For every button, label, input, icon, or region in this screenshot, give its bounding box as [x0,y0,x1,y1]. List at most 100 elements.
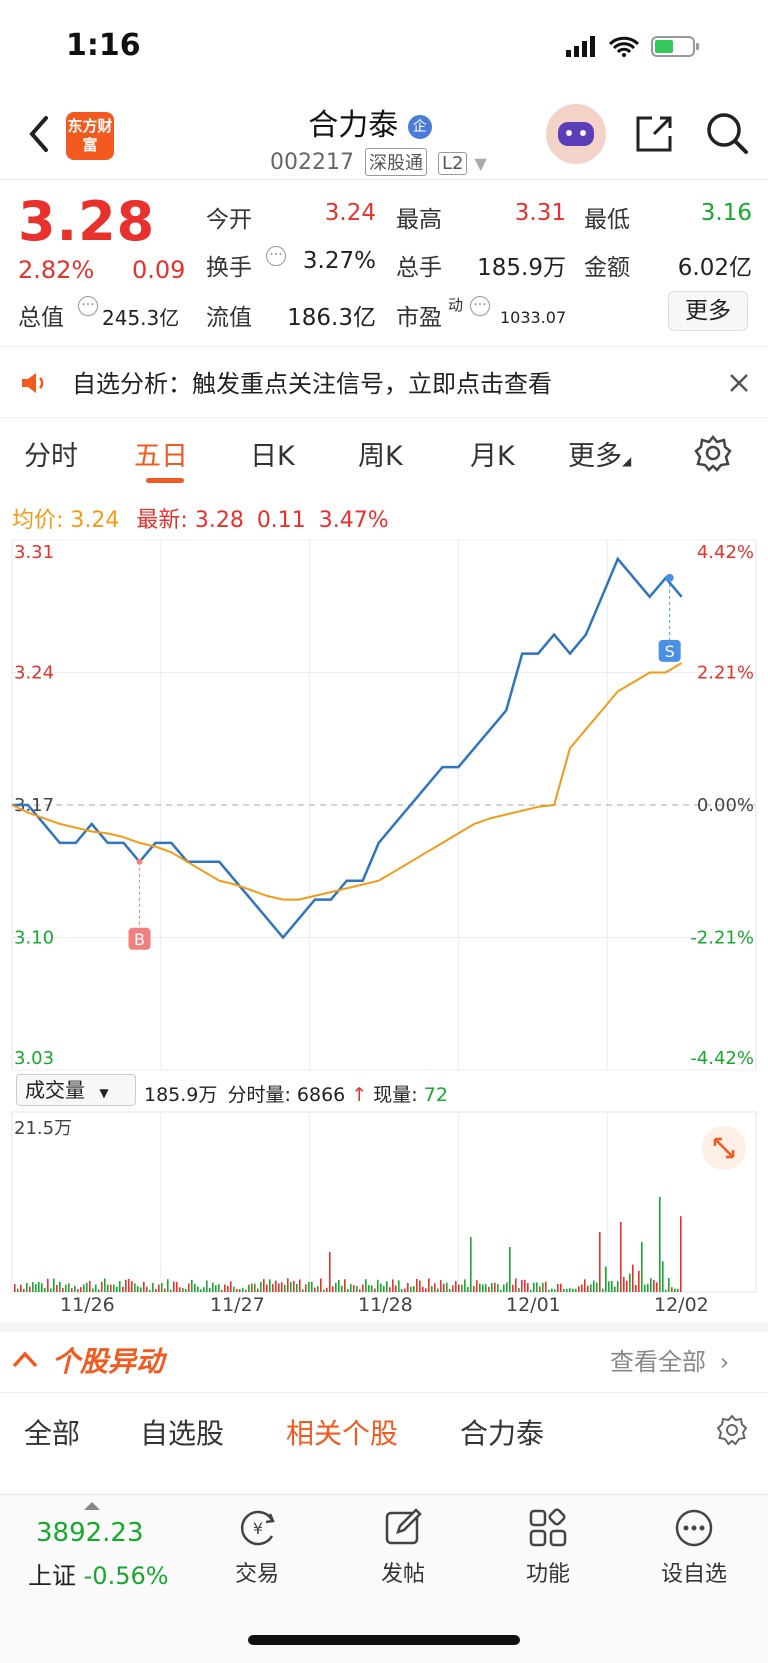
assistant-avatar[interactable] [546,104,606,164]
subtab-all[interactable]: 全部 [24,1412,80,1452]
volume-bar [146,1286,148,1292]
trade-icon[interactable]: ¥ [236,1506,280,1550]
index-value[interactable]: 3892.23 [36,1518,144,1548]
volume-bar [266,1284,268,1292]
volume-indicator-select[interactable]: 成交量 ▼ [16,1074,136,1106]
volume-bar [548,1289,550,1292]
volume-bar [293,1280,295,1292]
volume-bar [602,1288,604,1292]
subtab-watchlist[interactable]: 自选股 [140,1412,224,1452]
volume-bar [446,1282,448,1292]
nav-add-watchlist[interactable]: 设自选 [644,1556,744,1588]
subtab-related[interactable]: 相关个股 [286,1412,398,1452]
volume-bar [539,1286,541,1292]
view-all-link[interactable]: 查看全部 › [610,1342,729,1377]
functions-icon[interactable] [526,1506,570,1550]
now-volume-label: 现量: [373,1084,418,1106]
l2-tag: L2 [437,152,468,175]
nav-post[interactable]: 发帖 [353,1556,453,1588]
tab-more-label[interactable]: 更多 [568,441,622,472]
volume-bar [248,1284,250,1292]
volume-bar [218,1284,220,1292]
volume-bar [179,1287,181,1292]
volume-bar [614,1286,616,1292]
volume-bar [455,1280,457,1292]
tab-monthly-k[interactable]: 月K [470,434,515,473]
volume-bar [440,1280,442,1292]
expand-button[interactable] [702,1126,746,1170]
volume-bar [398,1280,400,1292]
volume-bar [575,1288,577,1292]
tab-weekly-k[interactable]: 周K [358,434,403,473]
volume-bar [461,1284,463,1292]
volume-bar [497,1284,499,1292]
index-name[interactable]: 上证 [28,1562,76,1590]
tab-intraday[interactable]: 分时 [24,434,78,473]
post-icon[interactable] [382,1506,426,1550]
info-icon[interactable]: ··· [78,296,98,316]
volume-bar [131,1281,133,1292]
volume-bar [503,1284,505,1292]
tab-more[interactable]: 更多◢ [568,434,631,473]
volume-bar [512,1284,514,1292]
signal-bar-icon [566,50,571,57]
latest-pct: 3.47% [318,508,389,533]
high-value: 3.31 [514,200,566,226]
more-quote-button[interactable]: 更多 [668,291,748,331]
volume-bar [554,1289,556,1292]
open-label: 今开 [206,207,252,233]
tab-five-day[interactable]: 五日 [134,434,188,473]
close-icon[interactable] [728,372,750,394]
view-all-label[interactable]: 查看全部 [610,1348,706,1376]
alert-text[interactable]: 自选分析：触发重点关注信号，立即点击查看 [72,364,552,399]
date-label: 12/02 [654,1294,709,1316]
more-dots-icon[interactable] [672,1506,716,1550]
triangle-up-icon [84,1502,100,1510]
volume-bar [254,1283,256,1292]
volume-bar [59,1281,61,1292]
volume-bar [44,1287,46,1292]
buy-marker-dot [136,858,143,865]
volume-bar [611,1280,613,1292]
volume-bar [485,1284,487,1292]
nav-functions[interactable]: 功能 [498,1556,598,1588]
volume-bar [281,1282,283,1292]
dropdown-icon[interactable]: ▼ [474,154,486,173]
current-price: 3.28 [18,190,156,253]
volume-bar [557,1284,559,1292]
pe-superscript: 动 [448,296,464,314]
info-icon[interactable]: ··· [470,296,490,316]
settings-icon[interactable] [694,434,732,472]
settings-icon[interactable] [716,1414,748,1446]
volume-bar [488,1287,490,1292]
index-pct[interactable]: -0.56% [84,1562,169,1590]
chevron-up-icon[interactable] [10,1346,40,1370]
volume-bar [320,1278,322,1292]
volume-chart[interactable] [0,1110,768,1294]
date-label: 11/28 [358,1294,413,1316]
tab-daily-k[interactable]: 日K [250,434,295,473]
back-icon[interactable] [24,112,54,156]
volume-bar [599,1232,601,1292]
search-icon[interactable] [704,110,752,158]
volume-bar [524,1279,526,1292]
volume-label: 总手 [396,255,442,281]
stock-name-text: 合力泰 [308,108,399,143]
volume-bar [314,1287,316,1292]
volume-bar [608,1281,610,1292]
volume-bar [17,1288,19,1292]
info-icon[interactable]: ··· [266,246,286,266]
index-ticker[interactable]: 上证 -0.56% [28,1556,169,1591]
nav-trade[interactable]: 交易 [207,1556,307,1588]
five-day-price-chart[interactable]: 3.313.243.173.103.034.42%2.21%0.00%-2.21… [0,538,768,1074]
subtab-stock[interactable]: 合力泰 [460,1412,544,1452]
divider [0,1392,768,1393]
volume-bar [527,1283,529,1292]
volume-bar [464,1279,466,1292]
volume-bar [104,1278,106,1292]
volume-bar [335,1282,337,1292]
volume-bar [92,1288,94,1292]
price-tick-label: 3.03 [14,1048,54,1069]
volume-indicator-label[interactable]: 成交量 [25,1078,85,1102]
share-icon[interactable] [632,112,676,156]
